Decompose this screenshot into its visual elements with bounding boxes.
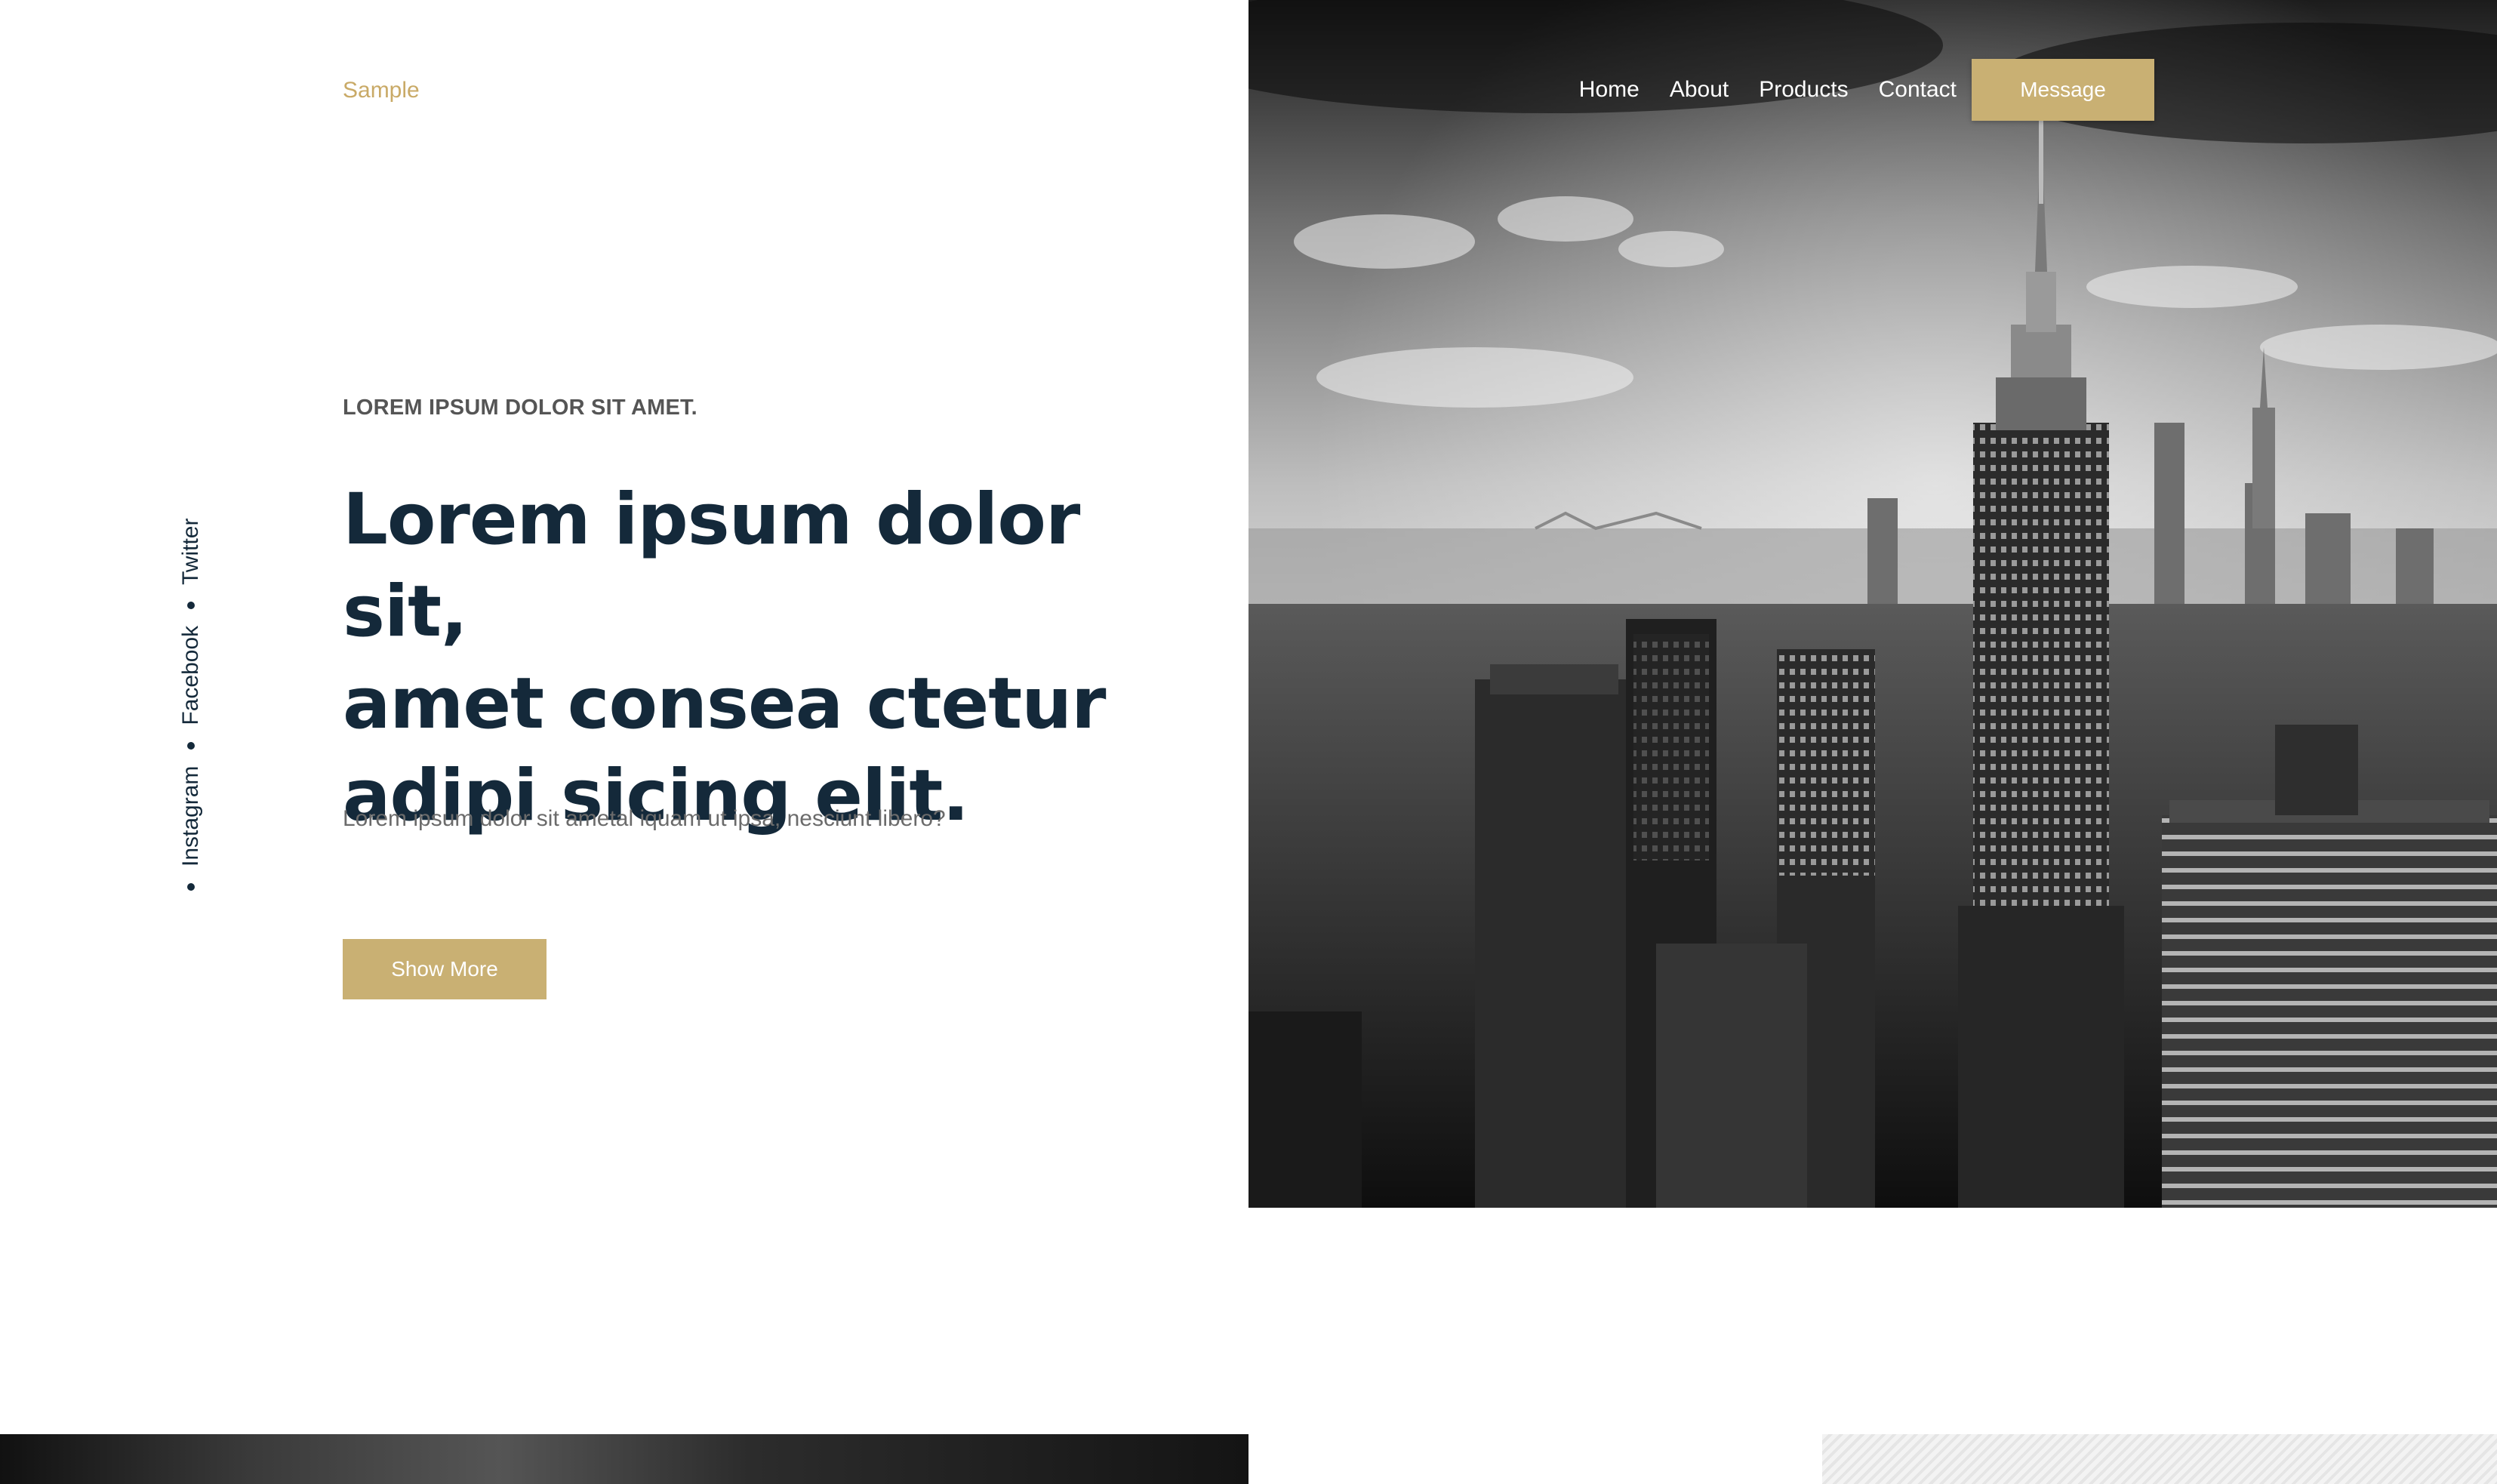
- message-button[interactable]: Message: [1972, 59, 2154, 121]
- social-link-twitter[interactable]: Twitter: [178, 519, 204, 585]
- decorative-hatch-pattern: [1822, 1434, 2497, 1484]
- social-link-instagram[interactable]: Instagram: [178, 766, 204, 867]
- headline-line-1: Lorem ipsum dolor sit,: [343, 479, 1080, 653]
- nav-link-products[interactable]: Products: [1759, 75, 1848, 105]
- next-section-image: [0, 1434, 1248, 1484]
- nav-link-home[interactable]: Home: [1579, 75, 1640, 105]
- nav-link-contact[interactable]: Contact: [1879, 75, 1957, 105]
- hero-eyebrow: LOREM IPSUM DOLOR SIT AMET.: [343, 396, 697, 420]
- social-links: Instagram Facebook Twitter: [178, 519, 204, 891]
- bullet-icon: [187, 741, 195, 750]
- headline-line-2: amet consea ctetur: [343, 663, 1106, 745]
- city-skyline-illustration: [1248, 0, 2497, 1208]
- brand-logo[interactable]: Sample: [343, 77, 420, 104]
- hero-headline: Lorem ipsum dolor sit, amet consea ctetu…: [343, 474, 1203, 842]
- landing-page: Sample Home About Products Contact Messa…: [0, 0, 2497, 1484]
- bullet-icon: [187, 883, 195, 891]
- bullet-icon: [187, 601, 195, 609]
- nav-link-about[interactable]: About: [1670, 75, 1729, 105]
- social-link-facebook[interactable]: Facebook: [178, 626, 204, 725]
- main-nav: Home About Products Contact Message: [1579, 59, 2154, 121]
- hero-city-image: [1248, 0, 2497, 1208]
- show-more-button[interactable]: Show More: [343, 939, 547, 999]
- hero-lead-text: Lorem ipsum dolor sit ametal iquam ut ip…: [343, 806, 946, 831]
